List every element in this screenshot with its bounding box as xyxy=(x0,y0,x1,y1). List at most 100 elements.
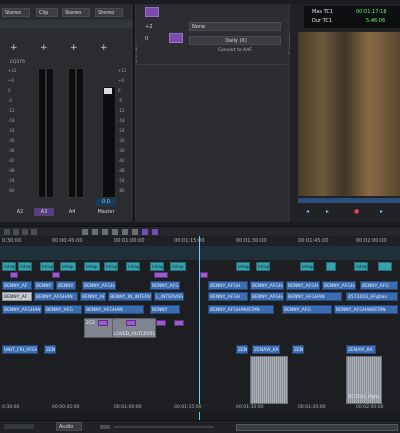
timeline-clip[interactable]: Intap xyxy=(354,262,368,271)
lift-icon[interactable] xyxy=(82,229,88,235)
timeline-clip[interactable]: BENNY_AFG xyxy=(360,281,398,290)
timeline-clip[interactable]: BENNY xyxy=(56,281,76,290)
daily-dropdown[interactable]: Daily (X) xyxy=(189,36,281,45)
timeline-clip[interactable]: BENNY_AFG xyxy=(80,292,106,301)
link-icon[interactable] xyxy=(122,229,128,235)
timeline-clip[interactable]: BENNY_AF xyxy=(2,281,32,290)
effect-marker[interactable] xyxy=(154,272,168,278)
timeline-clip[interactable]: BENNY_AFG xyxy=(44,305,82,314)
channel-fader-a2[interactable] xyxy=(46,68,54,198)
timeline-clip[interactable] xyxy=(378,262,392,271)
play-icon[interactable]: ▸ xyxy=(326,208,329,215)
position-bar[interactable] xyxy=(298,198,400,203)
effect-marker[interactable] xyxy=(10,272,18,278)
timeline-clip[interactable]: ZENAVI_KA xyxy=(346,345,376,354)
convert-button[interactable]: Convert to AAF xyxy=(189,48,281,55)
timeline-clip[interactable]: BENNY_AFGH xyxy=(208,281,248,290)
add-icon[interactable]: + xyxy=(40,44,48,53)
automation-dropdown[interactable]: None xyxy=(189,22,281,31)
timeline-clip[interactable]: Intap xyxy=(84,262,100,271)
mix-track-icon[interactable] xyxy=(169,33,183,43)
playhead[interactable] xyxy=(199,236,200,420)
timeline-clip[interactable]: ZENAVI_KA xyxy=(252,345,280,354)
extract-icon[interactable] xyxy=(92,229,98,235)
audio-mode-dropdown[interactable]: Audio xyxy=(56,422,82,431)
timeline-clip[interactable]: BENNY_AFGHANISTAN xyxy=(334,305,398,314)
step-forward-icon[interactable]: ▸ xyxy=(380,208,383,215)
timeline-clip[interactable]: BENNY_AFG xyxy=(282,305,332,314)
timeline-clip[interactable]: UNIT_FRI_AFGHAN xyxy=(2,345,38,354)
timeline-clip[interactable]: BENNY_AFGHAN xyxy=(34,292,78,301)
audio-waveform[interactable] xyxy=(250,356,288,404)
master-fader-handle[interactable] xyxy=(104,88,112,94)
timeline-clip[interactable]: ZENAVI_K xyxy=(292,345,304,354)
effect-marker[interactable] xyxy=(126,320,136,326)
effect-marker[interactable] xyxy=(174,320,184,326)
timeline-clip[interactable]: Intap xyxy=(104,262,118,271)
timeline-clip[interactable]: Intap xyxy=(256,262,270,271)
step-back-icon[interactable]: ◂ xyxy=(306,208,309,215)
timeline-ruler[interactable]: 0:30:00 00:00:45:00 00:01:00:00 00:01:15… xyxy=(0,236,400,246)
timeline-clip[interactable]: Intap xyxy=(126,262,140,271)
timeline-clip[interactable]: Intap xyxy=(18,262,32,271)
timeline-clip[interactable] xyxy=(326,262,336,271)
timeline-clip[interactable]: Intap xyxy=(236,262,250,271)
select-tool-icon[interactable] xyxy=(4,229,10,235)
effect-marker[interactable] xyxy=(200,272,208,278)
timeline-clip[interactable]: BENNY_AFGHA xyxy=(82,281,116,290)
timeline-clip[interactable]: BENNY_AFGHANISTAN xyxy=(208,305,274,314)
timeline-clip[interactable]: BENNY_AFGH xyxy=(286,281,320,290)
mixer-mode-dropdown-1[interactable]: Stereo xyxy=(2,8,30,17)
timeline-clip[interactable]: BENNY_AFGHAN xyxy=(286,292,342,301)
video-frame[interactable] xyxy=(298,32,400,196)
record-icon[interactable]: ● xyxy=(354,208,359,215)
add-icon[interactable]: + xyxy=(10,44,18,53)
meter-scale-label: -18 xyxy=(8,118,15,123)
mixer-mode-dropdown-2[interactable]: Clip xyxy=(36,8,58,17)
effect-tool-icon[interactable] xyxy=(152,229,158,235)
timeline-clip[interactable]: Intap xyxy=(150,262,164,271)
timeline-clip[interactable]: BENNY_AF xyxy=(2,292,32,301)
add-icon[interactable]: + xyxy=(100,44,108,53)
timeline-clip[interactable]: BENNY_AFGHANISTAN xyxy=(2,305,42,314)
splice-tool-icon[interactable] xyxy=(22,229,28,235)
timeline-clip[interactable]: BENNY_IN_INTERVIEW xyxy=(108,292,152,301)
timeline-clip[interactable]: Intap xyxy=(40,262,54,271)
effect-marker[interactable] xyxy=(98,320,108,326)
timeline-clip[interactable]: L_INTERVIEW xyxy=(154,292,184,301)
timeline-clip[interactable]: Intap xyxy=(170,262,186,271)
timeline-clip[interactable]: BENNY_AFGHA xyxy=(250,281,284,290)
timeline-clip[interactable]: ZENA xyxy=(44,345,56,354)
timeline-scrollbar[interactable] xyxy=(236,424,398,431)
overwrite-tool-icon[interactable] xyxy=(31,229,37,235)
mixer-mode-dropdown-3[interactable]: Stereo xyxy=(62,8,90,17)
zoom-slider[interactable] xyxy=(114,426,214,428)
timeline-clip[interactable]: ZENA xyxy=(236,345,248,354)
audio-tool-icon[interactable] xyxy=(142,229,148,235)
timeline-clip[interactable]: BENNY xyxy=(34,281,54,290)
effect-marker[interactable] xyxy=(52,272,60,278)
timeline-clip[interactable]: BENNY_AFGHAN xyxy=(322,281,356,290)
mix-tool-icon[interactable] xyxy=(145,7,159,17)
channel-fader-a3[interactable] xyxy=(76,68,84,198)
zoom-out-icon[interactable] xyxy=(100,425,110,429)
timeline-clip[interactable]: 4572003_AFghan xyxy=(346,292,398,301)
timecode-display: Mas TC1 00:01:17:18 Dur TC1 5:46:06 xyxy=(304,6,400,28)
mark-icon[interactable] xyxy=(102,229,108,235)
channel-label-a3[interactable]: A3 xyxy=(34,208,54,216)
timeline-clip[interactable]: BENNY xyxy=(150,305,180,314)
timeline-clip[interactable]: BENNY_AFGH xyxy=(150,281,180,290)
timeline-clip[interactable]: Intap xyxy=(60,262,76,271)
timeline-clip[interactable]: Intap xyxy=(2,262,16,271)
effect-marker[interactable] xyxy=(156,320,166,326)
track-controls[interactable] xyxy=(4,424,34,429)
trim-tool-icon[interactable] xyxy=(13,229,19,235)
timeline-clip[interactable]: BENNY_AFGHAN xyxy=(250,292,284,301)
add-icon[interactable]: + xyxy=(70,44,78,53)
timeline-clip[interactable]: BENNY_AFGH xyxy=(208,292,248,301)
timeline-clip[interactable]: BENNY_AFGHAN xyxy=(84,305,144,314)
snap-icon[interactable] xyxy=(132,229,138,235)
timeline-clip[interactable]: Intap xyxy=(300,262,314,271)
mixer-mode-dropdown-4[interactable]: Stereo xyxy=(95,8,123,17)
clip-icon[interactable] xyxy=(112,229,118,235)
